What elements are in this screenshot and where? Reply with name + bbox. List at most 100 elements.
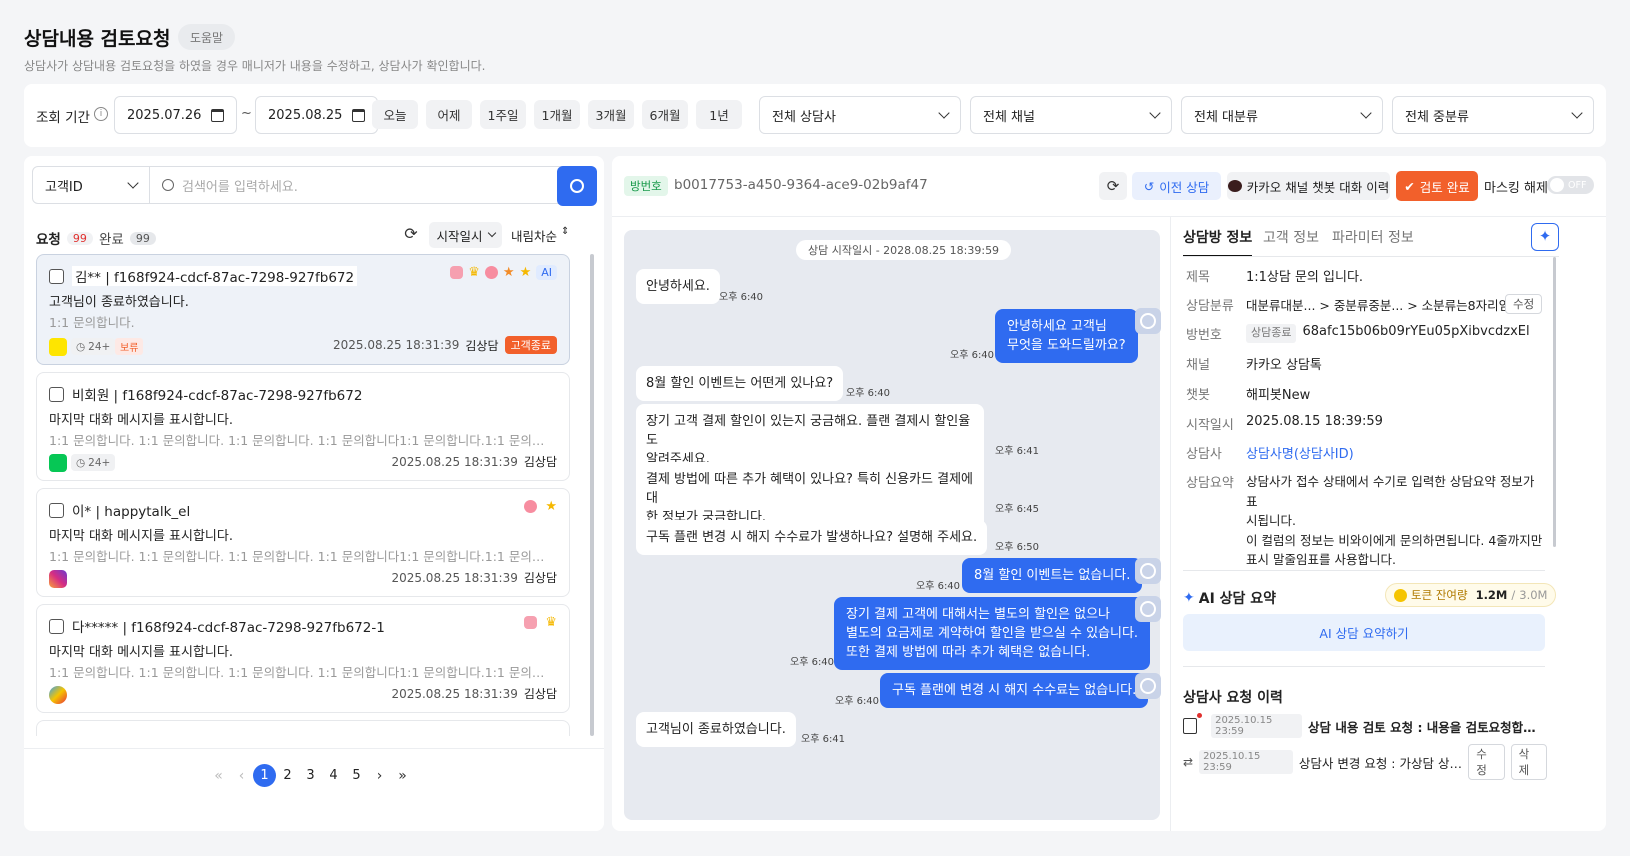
item-checkbox[interactable] <box>49 619 64 634</box>
search-button[interactable] <box>557 166 597 206</box>
star-icon: ★ <box>502 265 515 280</box>
prev-page-icon[interactable]: ‹ <box>230 768 253 784</box>
item-subtext: 1:1 문의합니다. 1:1 문의합니다. 1:1 문의합니다. 1:1 문의합… <box>49 433 554 448</box>
item-meta: 2025.08.25 18:31:39 김상담 <box>391 453 557 470</box>
agent-select-value: 전체 상담사 <box>772 109 836 125</box>
review-complete-button[interactable]: ✔ 검토 완료 <box>1396 171 1478 201</box>
date-to-input[interactable]: 2025.08.25 <box>255 96 378 134</box>
info-row-category: 상담분류 대분류대분... > 중분류중분... > 소분류는8자리임 <box>1186 295 1510 314</box>
page-2[interactable]: 2 <box>276 768 299 783</box>
history-delete-button[interactable]: 삭제 <box>1510 744 1548 780</box>
quick-1year[interactable]: 1년 <box>696 100 742 129</box>
message-customer: 구독 플랜 변경 시 해지 수수료가 발생하나요? 설명해 주세요. <box>636 520 988 555</box>
page-3[interactable]: 3 <box>299 768 322 783</box>
section-divider <box>1183 570 1545 571</box>
category-mid-select[interactable]: 전체 중분류 <box>1392 96 1594 134</box>
item-agent: 김상담 <box>523 687 557 701</box>
info-scrollbar[interactable] <box>1553 257 1556 547</box>
item-last-message: 마지막 대화 메시지를 표시합니다. <box>49 413 233 428</box>
ai-sparkle-button[interactable]: ✦ <box>1531 223 1559 251</box>
item-icons: ★ <box>524 499 557 514</box>
list-item[interactable]: 비회원 | f168f924-cdcf-87ac-7298-927fb672 마… <box>36 372 570 481</box>
info-row-room: 방번호 상담종료 68afc15b06b09rYEu05pXibvcdzxEl <box>1186 324 1530 343</box>
message-customer: 안녕하세요. <box>636 269 720 304</box>
category-edit-button[interactable]: 수정 <box>1505 294 1543 314</box>
toggle-state: OFF <box>1568 179 1587 191</box>
item-meta: 2025.08.25 18:31:39 김상담 고객종료 <box>333 336 557 354</box>
section-divider <box>1183 666 1545 667</box>
list-item[interactable]: 다***** | f168f924-cdcf-87ac-7298-927fb67… <box>36 604 570 713</box>
token-total: 3.0M <box>1519 588 1548 602</box>
message-time: 오후 6:50 <box>995 542 1040 553</box>
refresh-button[interactable]: ⟳ <box>1099 172 1127 200</box>
page-description: 상담사가 상담내용 검토요청을 하였을 경우 매니저가 내용을 수정하고, 상담… <box>24 59 486 73</box>
list-item[interactable] <box>36 720 570 736</box>
masking-toggle[interactable]: OFF <box>1547 176 1594 194</box>
message-time: 오후 6:40 <box>950 350 995 361</box>
agent-select[interactable]: 전체 상담사 <box>759 96 961 134</box>
history-item[interactable]: 2025.10.15 23:59 상담 내용 검토 요청 : 내용을 검토요청합… <box>1183 713 1547 738</box>
search-input[interactable]: 검색어를 입력하세요. <box>149 166 575 204</box>
page-4[interactable]: 4 <box>322 768 345 783</box>
quick-1week[interactable]: 1주일 <box>480 100 526 129</box>
help-button[interactable]: 도움말 <box>178 24 235 50</box>
item-date: 2025.08.25 18:31:39 <box>391 686 518 701</box>
history-item[interactable]: ⇄ 2025.10.15 23:59 상담사 변경 요청 : 가상담 상담...… <box>1183 744 1548 780</box>
wait-time-chip: ◷ 24+ <box>71 338 116 355</box>
request-count-badge: 99 <box>66 231 93 245</box>
list-divider <box>24 748 604 749</box>
category-major-select[interactable]: 전체 대분류 <box>1181 96 1383 134</box>
history-date: 2025.10.15 23:59 <box>1199 750 1293 774</box>
quick-3month[interactable]: 3개월 <box>588 100 634 129</box>
item-checkbox[interactable] <box>49 269 64 284</box>
item-agent: 김상담 <box>523 571 557 585</box>
star-icon: ★ <box>519 265 532 280</box>
list-item[interactable]: 이* | happytalk_el ★ 마지막 대화 메시지를 표시합니다. 1… <box>36 488 570 597</box>
history-text: 상담사 변경 요청 : 가상담 상담... <box>1298 755 1463 771</box>
history-edit-button[interactable]: 수정 <box>1468 744 1505 780</box>
ai-summary-button[interactable]: AI 상담 요약하기 <box>1183 614 1545 651</box>
history-date: 2025.10.15 23:59 <box>1211 714 1303 738</box>
agent-link[interactable]: 상담사명(상담사ID) <box>1246 443 1354 462</box>
quick-today[interactable]: 오늘 <box>372 100 418 129</box>
sort-field-select[interactable]: 시작일시 <box>429 222 502 248</box>
token-used: 1.2M <box>1475 588 1508 602</box>
message-agent: 안녕하세요 고객님 무엇을 도와드릴까요? <box>995 309 1138 363</box>
room-id: b0017753-a450-9364-ace9-02b9af47 <box>674 177 928 193</box>
tab-request[interactable]: 요청 99 <box>36 228 93 248</box>
tab-parameter-info[interactable]: 파라미터 정보 <box>1332 227 1414 247</box>
item-subtext: 1:1 문의합니다. 1:1 문의합니다. 1:1 문의합니다. 1:1 문의합… <box>49 549 554 564</box>
item-title: 이* | happytalk_el <box>72 504 191 520</box>
kakao-history-button[interactable]: 카카오 채널 챗봇 대화 이력 <box>1227 172 1390 200</box>
tab-room-info[interactable]: 상담방 정보 <box>1183 227 1253 257</box>
next-page-icon[interactable]: › <box>368 768 391 784</box>
list-item[interactable]: 김** | f168f924-cdcf-87ac-7298-927fb672 ♛… <box>36 254 570 365</box>
done-count-badge: 99 <box>129 231 156 245</box>
first-page-icon[interactable]: « <box>207 768 230 784</box>
search-type-select[interactable]: 고객ID <box>32 166 150 204</box>
refresh-icon[interactable]: ⟳ <box>400 224 422 246</box>
message-time: 오후 6:40 <box>719 292 764 303</box>
chevron-down-icon <box>487 228 496 238</box>
tab-done[interactable]: 완료 99 <box>99 228 156 248</box>
item-checkbox[interactable] <box>49 387 64 402</box>
quick-yesterday[interactable]: 어제 <box>426 100 472 129</box>
item-checkbox[interactable] <box>49 503 64 518</box>
sort-direction-toggle[interactable]: 내림차순 ⇕ <box>511 226 569 245</box>
date-from-input[interactable]: 2025.07.26 <box>114 96 237 134</box>
period-label: 조회 기간 <box>36 110 90 126</box>
page-1[interactable]: 1 <box>253 764 276 787</box>
info-value: 상담사가 접수 상태에서 수기로 입력한 상담요약 정보가 표 시됩니다. 이 … <box>1246 474 1543 567</box>
history-text: 상담 내용 검토 요청 : 내용을 검토요청합니다.... <box>1308 719 1547 735</box>
prev-consult-button[interactable]: ↺ 이전 상담 <box>1132 172 1221 200</box>
list-scrollbar[interactable] <box>590 254 594 736</box>
tab-customer-info[interactable]: 고객 정보 <box>1263 227 1319 247</box>
quick-1month[interactable]: 1개월 <box>534 100 580 129</box>
quick-6month[interactable]: 6개월 <box>642 100 688 129</box>
item-title: 비회원 | f168f924-cdcf-87ac-7298-927fb672 <box>72 388 363 404</box>
info-panel: 상담방 정보 고객 정보 파라미터 정보 ✦ 제목 1:1상담 문의 입니다. 상… <box>1171 217 1606 831</box>
last-page-icon[interactable]: » <box>391 768 414 784</box>
page-5[interactable]: 5 <box>345 768 368 783</box>
channel-select[interactable]: 전체 채널 <box>970 96 1172 134</box>
swap-user-icon: ⇄ <box>1183 755 1194 769</box>
